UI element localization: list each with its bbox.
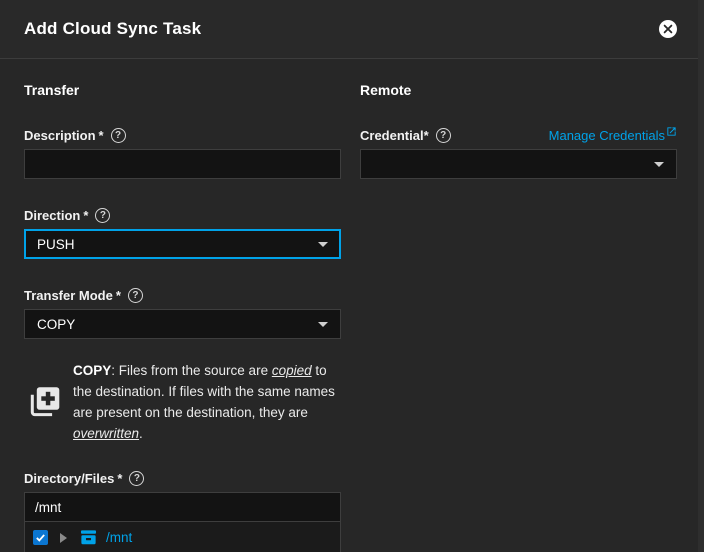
- external-link-icon: [666, 126, 677, 137]
- remote-heading: Remote: [360, 82, 677, 98]
- credential-label-wrap: Credential* ?: [360, 128, 451, 143]
- direction-label-row: Direction* ?: [24, 207, 341, 223]
- mode-info-term: COPY: [73, 363, 111, 378]
- mode-info: COPY: Files from the source are copied t…: [24, 360, 341, 444]
- manage-credentials-label: Manage Credentials: [549, 128, 665, 143]
- transfer-heading: Transfer: [24, 82, 341, 98]
- dropdown-arrow-icon: [318, 242, 328, 247]
- directory-explorer: /mnt: [24, 492, 341, 552]
- close-button[interactable]: [658, 19, 678, 39]
- help-icon[interactable]: ?: [111, 128, 126, 143]
- required-asterisk: *: [424, 128, 429, 143]
- transfer-mode-label: Transfer Mode: [24, 288, 113, 303]
- required-asterisk: *: [117, 471, 122, 486]
- close-icon: [658, 19, 678, 39]
- transfer-mode-label-row: Transfer Mode* ?: [24, 287, 341, 303]
- credential-label-row: Credential* ? Manage Credentials: [360, 127, 677, 143]
- dropdown-arrow-icon: [654, 162, 664, 167]
- mode-info-overwritten: overwritten: [73, 426, 139, 441]
- mode-info-text: COPY: Files from the source are copied t…: [73, 360, 341, 444]
- tree-checkbox[interactable]: [33, 530, 48, 545]
- description-label-row: Description* ?: [24, 127, 341, 143]
- directory-label: Directory/Files: [24, 471, 114, 486]
- direction-select[interactable]: PUSH: [24, 229, 341, 259]
- required-asterisk: *: [116, 288, 121, 303]
- help-icon[interactable]: ?: [436, 128, 451, 143]
- copy-add-icon: [26, 384, 62, 420]
- directory-label-row: Directory/Files* ?: [24, 470, 341, 486]
- transfer-section: Transfer Description* ? Direction* ? PUS…: [24, 82, 341, 552]
- mode-info-copied: copied: [272, 363, 312, 378]
- tree-expand-arrow-icon[interactable]: [60, 533, 67, 543]
- mode-info-p3: .: [139, 426, 143, 441]
- dialog-title: Add Cloud Sync Task: [24, 19, 201, 39]
- scrollbar[interactable]: [698, 0, 704, 552]
- dialog-header: Add Cloud Sync Task: [0, 0, 704, 59]
- mode-info-p1: : Files from the source are: [111, 363, 272, 378]
- dialog-body: Transfer Description* ? Direction* ? PUS…: [0, 59, 704, 552]
- credential-label: Credential: [360, 128, 424, 143]
- dropdown-arrow-icon: [318, 322, 328, 327]
- directory-path-input[interactable]: [25, 493, 340, 522]
- help-icon[interactable]: ?: [95, 208, 110, 223]
- transfer-mode-select[interactable]: COPY: [24, 309, 341, 339]
- remote-section: Remote Credential* ? Manage Credentials: [360, 82, 677, 552]
- help-icon[interactable]: ?: [129, 471, 144, 486]
- description-input[interactable]: [24, 149, 341, 179]
- transfer-mode-value: COPY: [37, 317, 75, 332]
- direction-label: Direction: [24, 208, 80, 223]
- required-asterisk: *: [99, 128, 104, 143]
- dataset-icon: [79, 528, 98, 547]
- direction-value: PUSH: [37, 237, 75, 252]
- mode-info-icon-wrap: [24, 384, 73, 420]
- checkmark-icon: [35, 532, 46, 543]
- tree-item-label[interactable]: /mnt: [106, 530, 132, 545]
- description-label: Description: [24, 128, 96, 143]
- credential-select[interactable]: [360, 149, 677, 179]
- required-asterisk: *: [83, 208, 88, 223]
- help-icon[interactable]: ?: [128, 288, 143, 303]
- tree-row-mnt[interactable]: /mnt: [25, 522, 340, 552]
- manage-credentials-link[interactable]: Manage Credentials: [549, 128, 677, 143]
